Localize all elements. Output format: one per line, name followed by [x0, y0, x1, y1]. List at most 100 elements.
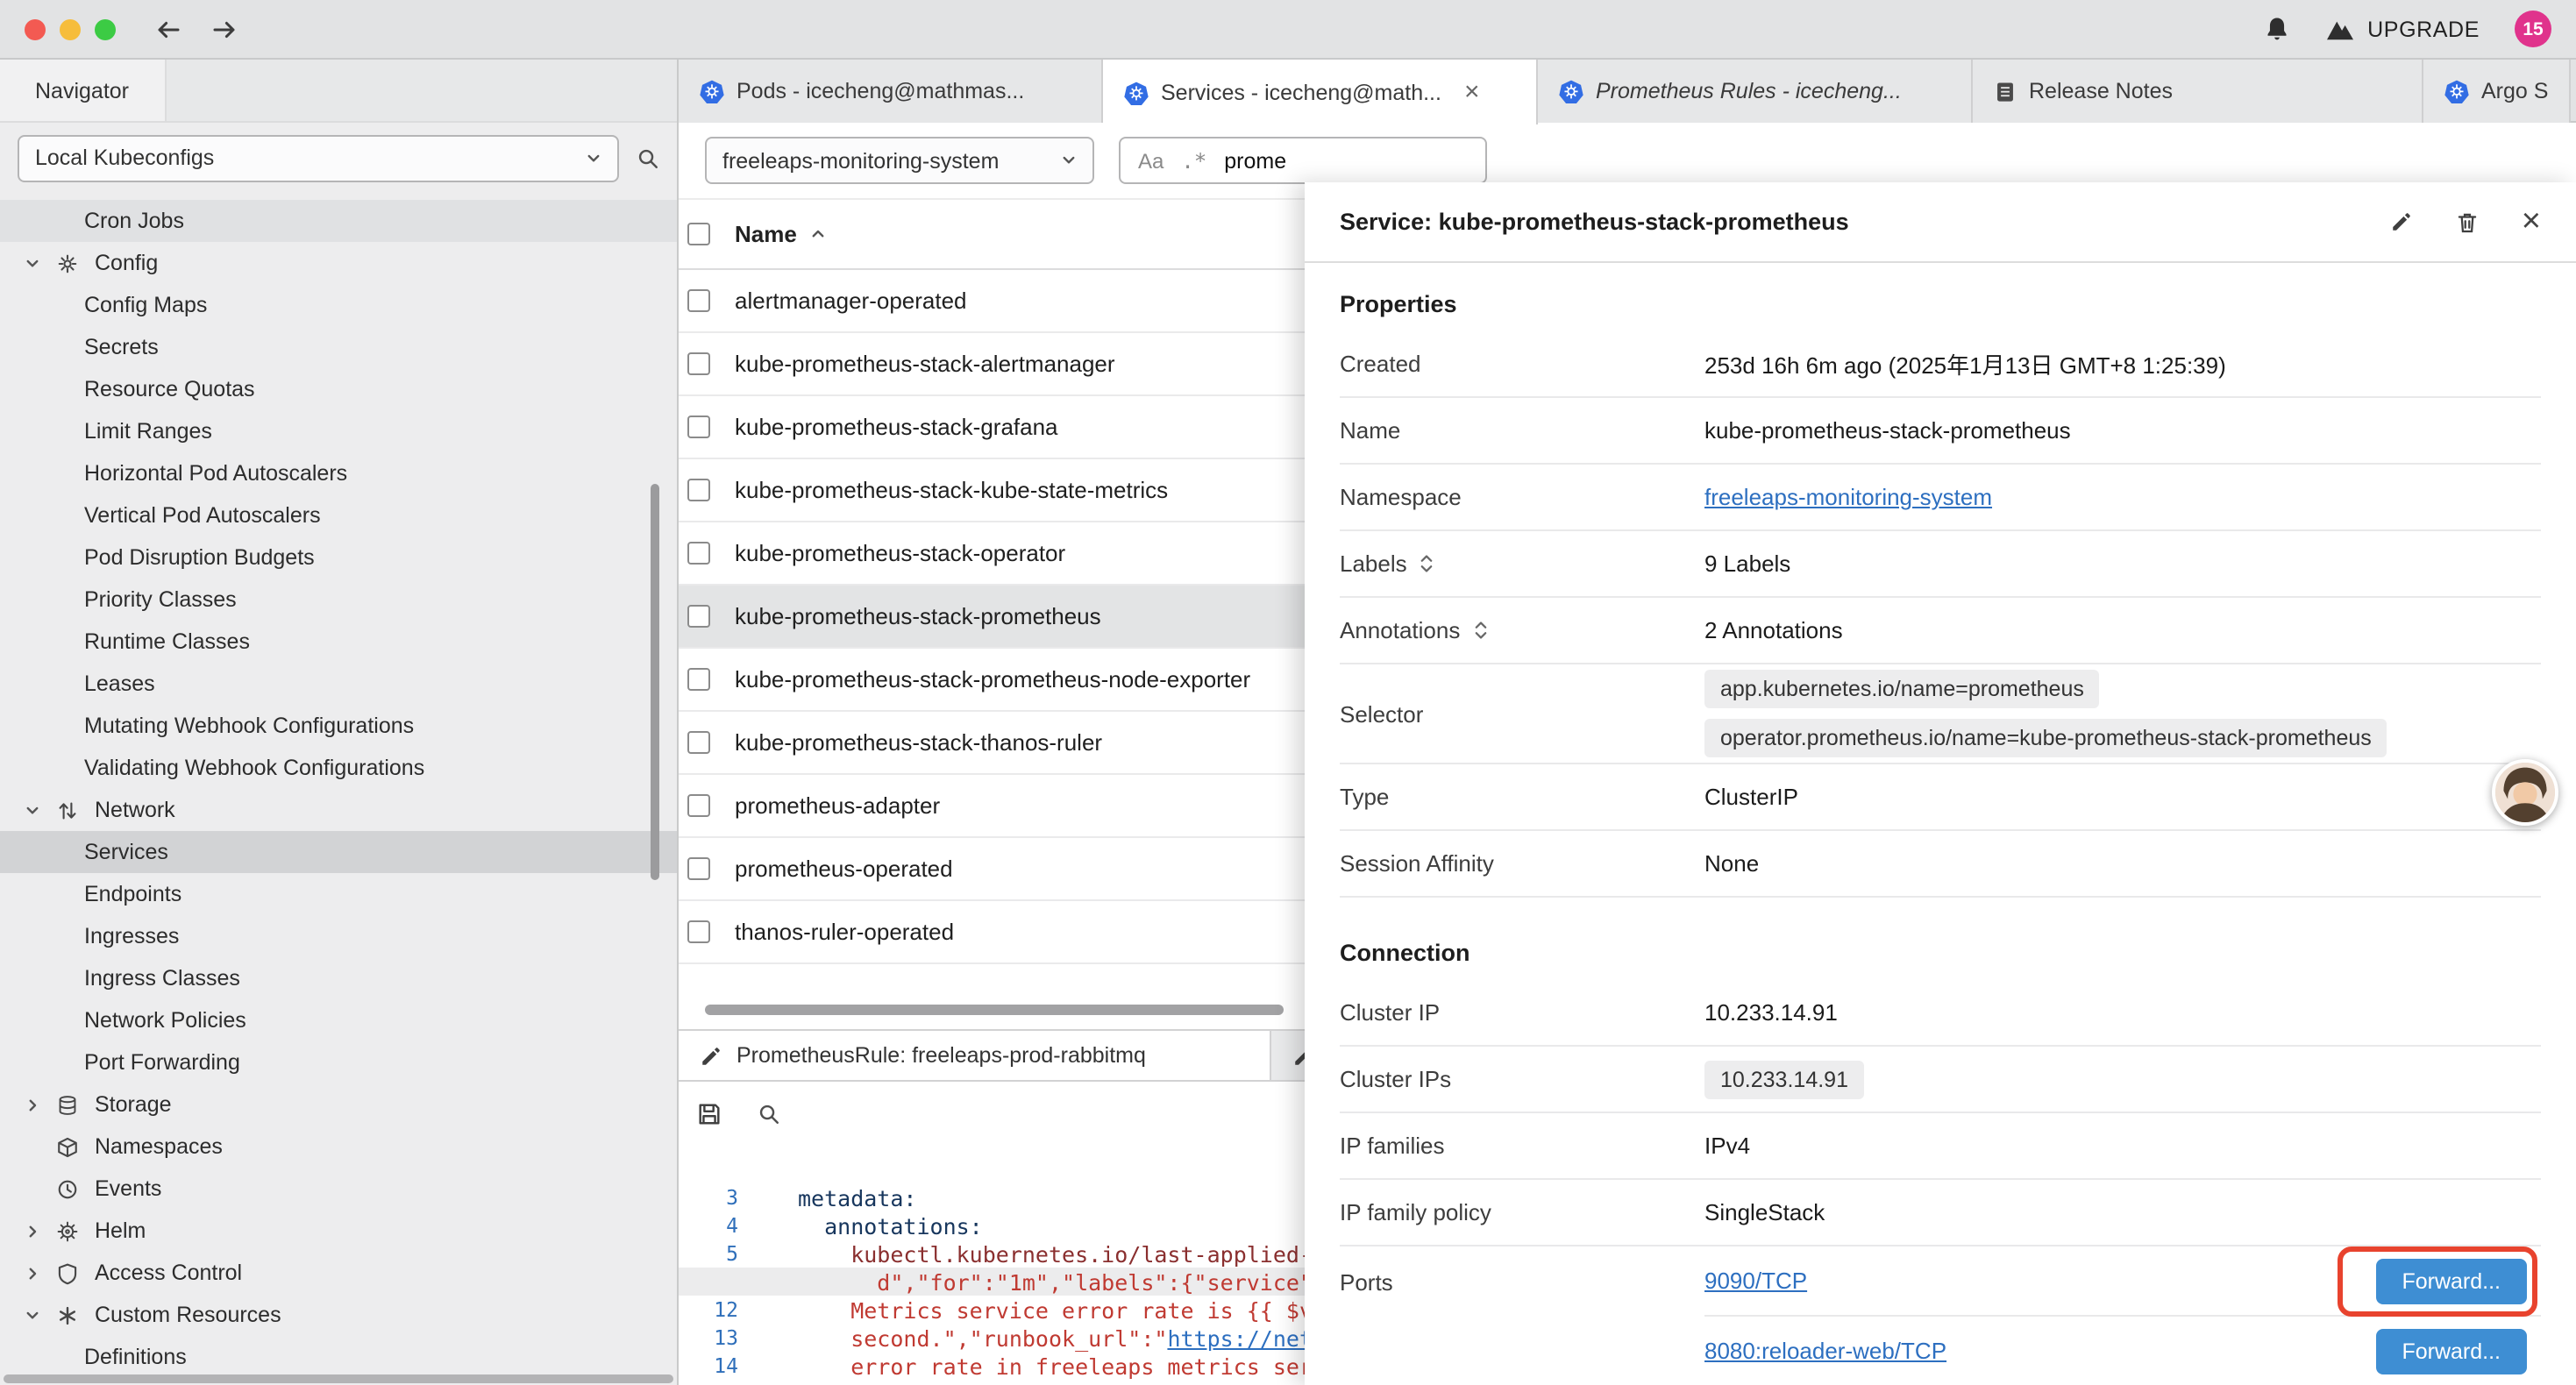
value-chip: operator.prometheus.io/name=kube-prometh…	[1704, 719, 2387, 757]
name-column-header[interactable]: Name	[735, 221, 797, 247]
row-checkbox[interactable]	[687, 289, 710, 312]
sidebar-item-label: Port Forwarding	[84, 1050, 240, 1075]
tab-pods-icecheng-mathmas[interactable]: Pods - icecheng@mathmas...	[679, 60, 1103, 123]
row-checkbox[interactable]	[687, 416, 710, 438]
sidebar-item-secrets[interactable]: Secrets	[0, 326, 677, 368]
sidebar-item-events[interactable]: Events	[0, 1168, 677, 1210]
sidebar-item-config-maps[interactable]: Config Maps	[0, 284, 677, 326]
details-body: PropertiesCreated253d 16h 6m ago (2025年1…	[1305, 263, 2576, 1385]
sidebar-item-definitions[interactable]: Definitions	[0, 1336, 677, 1378]
row-checkbox[interactable]	[687, 352, 710, 375]
line-code: error rate in freeleaps metrics ser	[749, 1353, 1313, 1379]
sidebar-item-horizontal-pod-autoscalers[interactable]: Horizontal Pod Autoscalers	[0, 452, 677, 494]
row-checkbox[interactable]	[687, 794, 710, 817]
sidebar-item-custom-resources[interactable]: Custom Resources	[0, 1294, 677, 1336]
sidebar-item-storage[interactable]: Storage	[0, 1083, 677, 1126]
forward-button[interactable]: Forward...	[2375, 1328, 2527, 1374]
sidebar-item-endpoints[interactable]: Endpoints	[0, 873, 677, 915]
sidebar-item-resource-quotas[interactable]: Resource Quotas	[0, 368, 677, 410]
upgrade-label: UPGRADE	[2367, 17, 2480, 41]
details-header: Service: kube-prometheus-stack-prometheu…	[1305, 182, 2576, 263]
namespace-link[interactable]: freeleaps-monitoring-system	[1704, 484, 1992, 510]
tab-prometheus-rules-icecheng[interactable]: Prometheus Rules - icecheng...	[1538, 60, 1973, 123]
table-search-box[interactable]: Aa .* prome	[1119, 137, 1487, 184]
sidebar-item-services[interactable]: Services	[0, 831, 677, 873]
sidebar-item-cron-jobs[interactable]: Cron Jobs	[0, 200, 677, 242]
close-window-button[interactable]	[25, 18, 46, 39]
sidebar-item-ingresses[interactable]: Ingresses	[0, 915, 677, 957]
sidebar-item-access-control[interactable]: Access Control	[0, 1252, 677, 1294]
tab-release-notes[interactable]: Release Notes	[1973, 60, 2423, 123]
sidebar-item-priority-classes[interactable]: Priority Classes	[0, 579, 677, 621]
sidebar-item-helm[interactable]: Helm	[0, 1210, 677, 1252]
upgrade-button[interactable]: UPGRADE	[2325, 16, 2480, 42]
forward-button[interactable]: Forward...	[2375, 1258, 2527, 1303]
line-number: 13	[679, 1325, 749, 1350]
tab-services-icecheng-math[interactable]: Services - icecheng@math...×	[1103, 60, 1538, 124]
scrollbar-thumb[interactable]	[705, 1005, 1284, 1015]
sidebar-item-runtime-classes[interactable]: Runtime Classes	[0, 621, 677, 663]
search-input[interactable]: prome	[1224, 148, 1286, 173]
dock-tab-prometheusrule[interactable]: PrometheusRule: freeleaps-prod-rabbitmq	[679, 1031, 1271, 1080]
sort-ascending-icon[interactable]	[811, 226, 827, 242]
row-checkbox[interactable]	[687, 920, 710, 943]
sidebar-item-leases[interactable]: Leases	[0, 663, 677, 705]
regex-toggle[interactable]: .*	[1181, 148, 1206, 173]
zoom-window-button[interactable]	[95, 18, 116, 39]
tab-strip: Pods - icecheng@mathmas...Services - ice…	[679, 60, 2576, 123]
namespace-select[interactable]: freeleaps-monitoring-system	[705, 137, 1094, 184]
detail-label: Created	[1340, 351, 1704, 377]
sidebar-search-icon[interactable]	[637, 146, 659, 169]
sidebar-item-port-forwarding[interactable]: Port Forwarding	[0, 1041, 677, 1083]
sidebar-item-label: Limit Ranges	[84, 419, 212, 444]
line-number: 4	[679, 1213, 749, 1238]
sidebar-vertical-scrollbar[interactable]	[651, 484, 659, 880]
port-forward-link[interactable]: 9090/TCP	[1704, 1268, 1807, 1294]
row-checkbox[interactable]	[687, 731, 710, 754]
match-case-toggle[interactable]: Aa	[1138, 148, 1163, 173]
sidebar-item-network-policies[interactable]: Network Policies	[0, 999, 677, 1041]
forward-button-wrap: Forward...	[2375, 1328, 2527, 1374]
sidebar-item-pod-disruption-budgets[interactable]: Pod Disruption Budgets	[0, 536, 677, 579]
row-checkbox[interactable]	[687, 857, 710, 880]
sidebar-item-label: Helm	[95, 1218, 146, 1243]
sidebar-item-limit-ranges[interactable]: Limit Ranges	[0, 410, 677, 452]
sidebar-horizontal-scrollbar[interactable]	[4, 1374, 673, 1383]
delete-resource-icon[interactable]	[2455, 210, 2480, 234]
minimize-window-button[interactable]	[60, 18, 81, 39]
sidebar-item-label: Network	[95, 798, 175, 822]
port-forward-link[interactable]: 8080:reloader-web/TCP	[1704, 1338, 1946, 1364]
close-tab-icon[interactable]: ×	[1464, 79, 1480, 105]
kubeconfig-select[interactable]: Local Kubeconfigs	[18, 134, 619, 181]
sidebar-item-ingress-classes[interactable]: Ingress Classes	[0, 957, 677, 999]
navigator-tab[interactable]: Navigator	[0, 60, 166, 121]
sidebar-item-config[interactable]: Config	[0, 242, 677, 284]
detail-value: kube-prometheus-stack-prometheus	[1704, 417, 2541, 444]
sidebar-item-label: Ingress Classes	[84, 966, 240, 991]
back-icon[interactable]	[154, 15, 182, 43]
detail-row-name: Namekube-prometheus-stack-prometheus	[1340, 398, 2541, 465]
sidebar-item-mutating-webhook-configurations[interactable]: Mutating Webhook Configurations	[0, 705, 677, 747]
detail-row-type: TypeClusterIP	[1340, 764, 2541, 831]
editor-search-icon[interactable]	[758, 1102, 780, 1125]
edit-resource-icon[interactable]	[2390, 210, 2413, 233]
row-checkbox[interactable]	[687, 479, 710, 501]
row-checkbox[interactable]	[687, 542, 710, 565]
tab-argo-s[interactable]: Argo S	[2423, 60, 2571, 123]
sidebar-item-network[interactable]: Network	[0, 789, 677, 831]
notifications-bell-icon[interactable]	[2264, 16, 2290, 42]
notification-badge[interactable]: 15	[2515, 11, 2551, 47]
sidebar-item-validating-webhook-configurations[interactable]: Validating Webhook Configurations	[0, 747, 677, 789]
sidebar-item-namespaces[interactable]: Namespaces	[0, 1126, 677, 1168]
forward-icon[interactable]	[210, 15, 238, 43]
save-icon[interactable]	[696, 1100, 722, 1126]
row-checkbox[interactable]	[687, 668, 710, 691]
sidebar-item-vertical-pod-autoscalers[interactable]: Vertical Pod Autoscalers	[0, 494, 677, 536]
close-details-icon[interactable]: ×	[2522, 205, 2541, 238]
user-avatar[interactable]	[2492, 759, 2558, 826]
value-chip: app.kubernetes.io/name=prometheus	[1704, 670, 2100, 708]
forward-highlight-annotation: Forward...	[2375, 1258, 2527, 1303]
row-checkbox[interactable]	[687, 605, 710, 628]
sidebar-item-label: Definitions	[84, 1345, 187, 1369]
select-all-checkbox[interactable]	[687, 223, 710, 245]
